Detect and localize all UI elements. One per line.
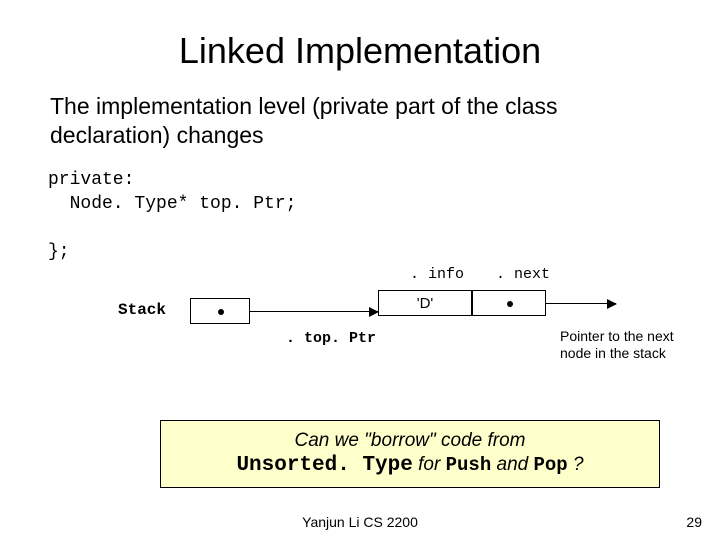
topptr-label: . top. Ptr <box>286 330 376 347</box>
node-info-cell: 'D' <box>378 290 472 316</box>
question-pop: Pop <box>533 454 567 476</box>
stack-ptr-box <box>190 298 250 324</box>
footer-author: Yanjun Li CS 2200 <box>0 514 720 530</box>
next-dot-icon <box>507 301 513 307</box>
question-mid2: and <box>497 454 534 475</box>
lead-text: The implementation level (private part o… <box>50 92 670 150</box>
code-block: private: Node. Type* top. Ptr; }; <box>48 168 680 265</box>
node-diagram: . info . next Stack 'D' . top. Ptr Point… <box>0 270 720 400</box>
page-number: 29 <box>686 514 702 530</box>
question-type: Unsorted. Type <box>236 454 412 477</box>
question-push: Push <box>446 454 492 476</box>
pointer-caption: Pointer to the next node in the stack <box>560 328 700 362</box>
question-end: ? <box>573 454 584 475</box>
arrow-next-out <box>546 303 616 304</box>
slide-title: Linked Implementation <box>40 30 680 72</box>
node-next-cell <box>472 290 546 316</box>
info-label: . info <box>410 266 464 283</box>
stack-label: Stack <box>118 301 166 319</box>
question-pre: Can we "borrow" code from <box>294 430 525 451</box>
arrow-stack-to-node <box>250 311 378 312</box>
slide: Linked Implementation The implementation… <box>0 0 720 540</box>
node-value: 'D' <box>417 295 434 312</box>
next-label: . next <box>496 266 550 283</box>
stack-dot-icon <box>218 309 224 315</box>
question-mid1: for <box>418 454 445 475</box>
question-box: Can we "borrow" code from Unsorted. Type… <box>160 420 660 488</box>
